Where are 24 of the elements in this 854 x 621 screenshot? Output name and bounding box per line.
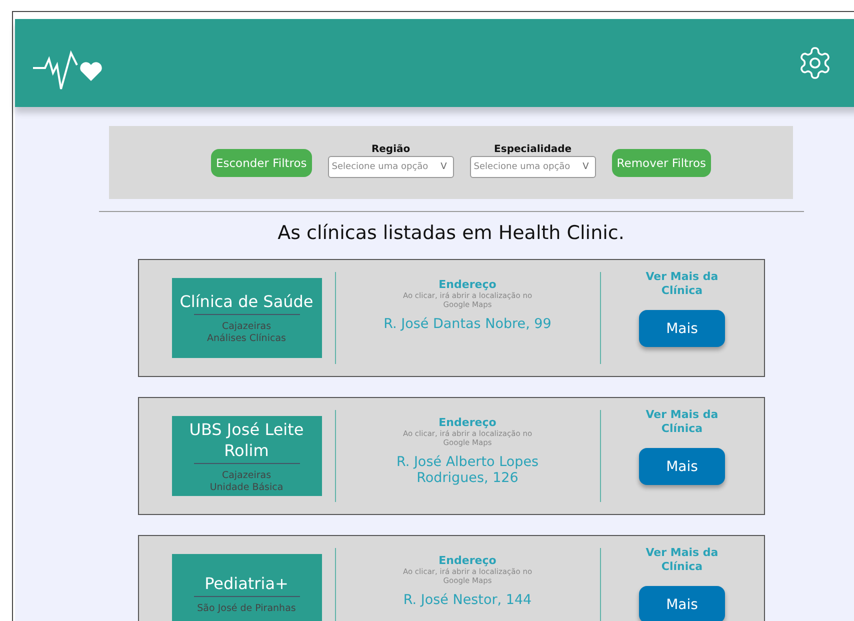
address-label: Endereço: [438, 278, 496, 291]
clinic-name: Clínica de Saúde: [178, 291, 314, 312]
clinic-detail: Cajazeiras: [222, 470, 272, 482]
clinic-detail: Unidade Básica: [210, 482, 284, 494]
select-field[interactable]: Selecione uma opção V: [470, 156, 596, 178]
more-label: Ver Mais da Clínica: [644, 270, 720, 298]
more-label: Ver Mais da Clínica: [644, 546, 720, 574]
more-button[interactable]: Mais: [639, 310, 725, 347]
clinic-detail: São José de Piranhas: [197, 603, 296, 615]
page-title: As clínicas listadas em Health Clinic.: [278, 222, 624, 244]
remove-filters-button[interactable]: Remover Filtros: [612, 148, 712, 176]
select-label: Região: [371, 143, 410, 156]
hide-filters-button[interactable]: Esconder Filtros: [210, 148, 312, 176]
more-button[interactable]: Mais: [639, 448, 725, 485]
select-field[interactable]: Selecione uma opção V: [328, 156, 454, 178]
address-label: Endereço: [438, 416, 496, 429]
clinic-name: UBS José Leite Rolim: [188, 418, 305, 460]
more-button[interactable]: Mais: [639, 586, 725, 621]
clinic-detail: Análises Clínicas: [207, 333, 286, 345]
address-label: Endereço: [438, 554, 496, 567]
more-label: Ver Mais da Clínica: [644, 408, 720, 436]
clinic-detail: Cajazeiras: [222, 321, 272, 333]
clinic-name: Pediatria+: [204, 573, 290, 594]
select-label: Especialidade: [494, 143, 572, 156]
